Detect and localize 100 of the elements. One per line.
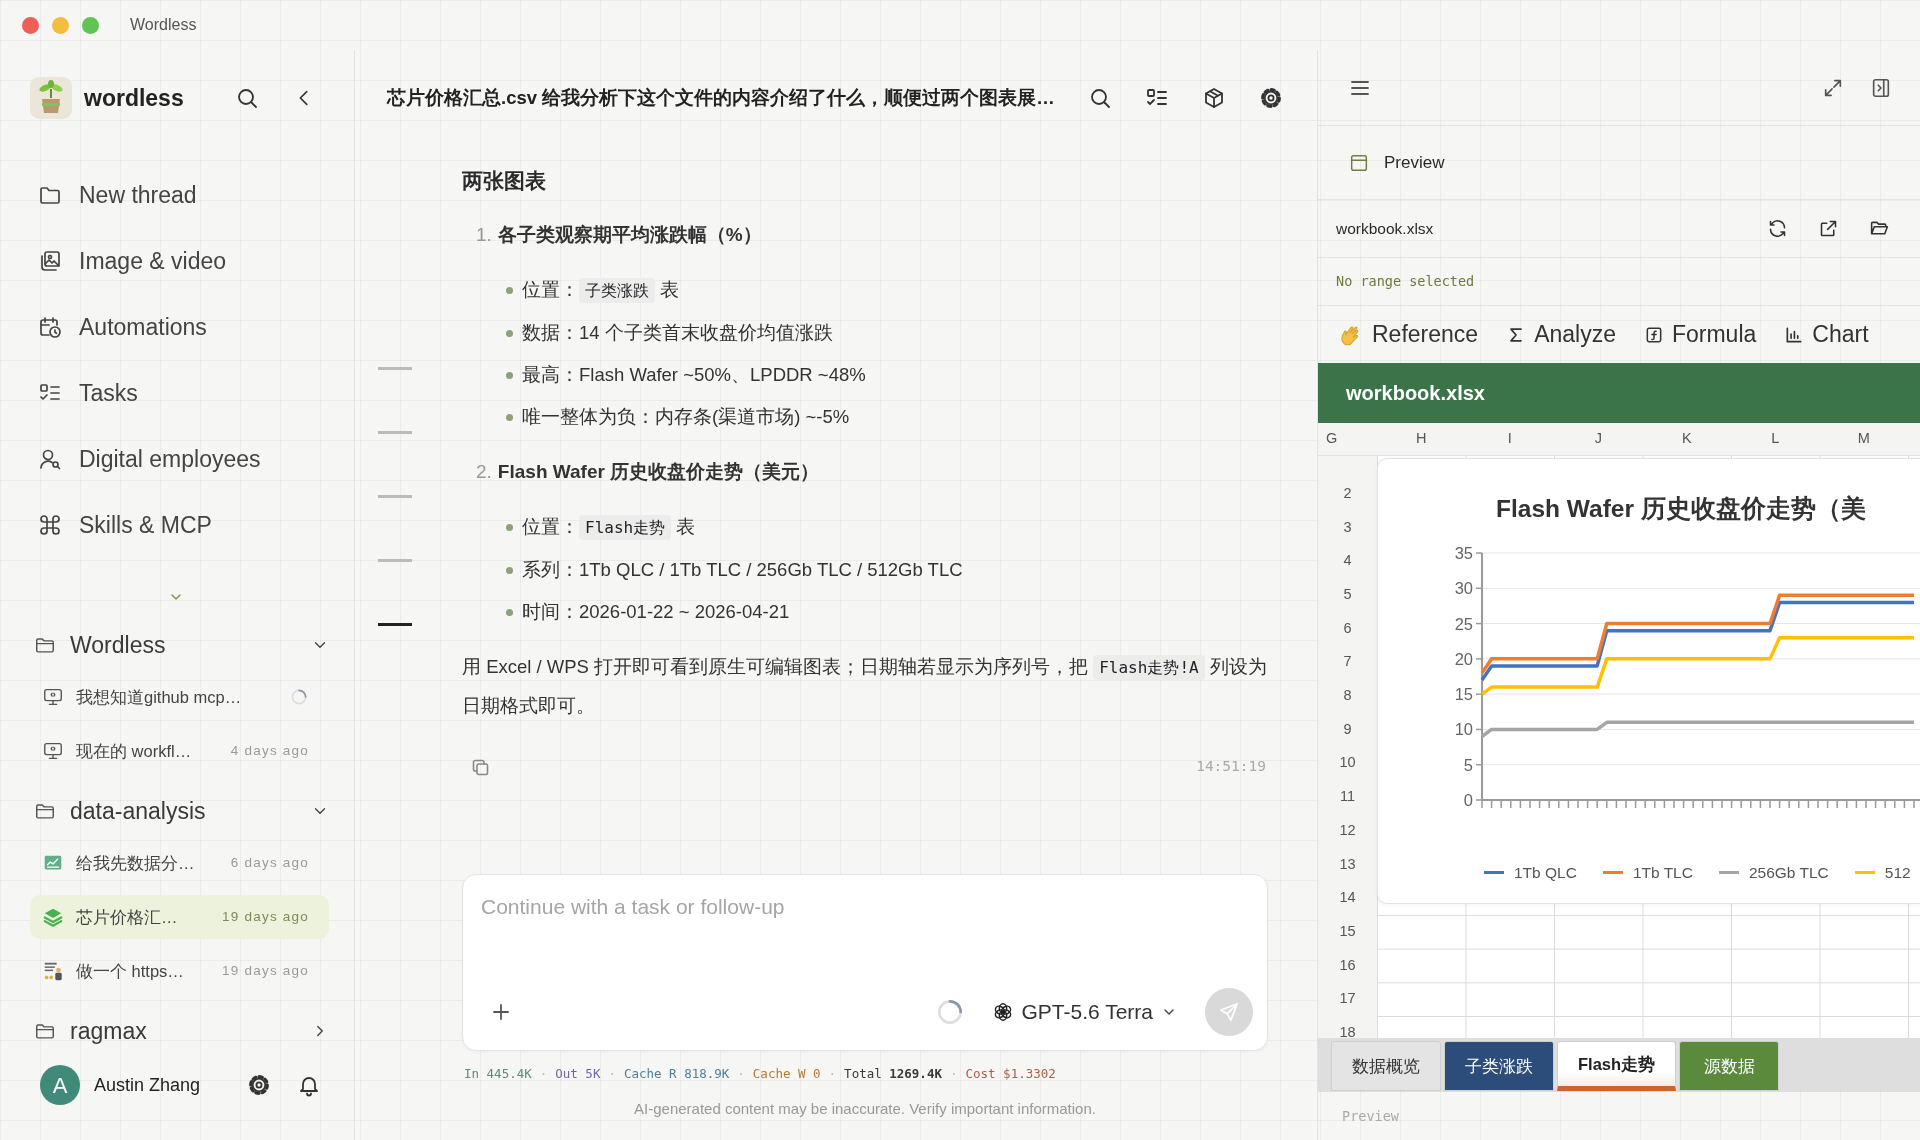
- settings-button[interactable]: [1258, 86, 1283, 110]
- sheet-tab[interactable]: 子类涨跌: [1444, 1041, 1554, 1091]
- usage-stat: Cost $1.3302: [965, 1064, 1056, 1083]
- message-input[interactable]: Continue with a task or follow-up: [481, 890, 1253, 923]
- row-number: 11: [1338, 787, 1357, 807]
- list-heading: 1. 各子类观察期平均涨跌幅（%）: [475, 223, 763, 247]
- separator: ·: [608, 1064, 616, 1083]
- row-number: 6: [1342, 618, 1353, 638]
- legend-label: 512: [1884, 863, 1911, 883]
- thread-item[interactable]: 我想知道github mcp…: [30, 675, 329, 719]
- monitor-icon: [42, 686, 64, 708]
- thread-item[interactable]: 现在的 workfl… 4 days ago: [30, 729, 329, 773]
- sheet-tab[interactable]: Flash走势: [1557, 1041, 1677, 1091]
- row-number: 10: [1338, 753, 1357, 773]
- column-header: K: [1680, 429, 1693, 449]
- row-number: 13: [1338, 854, 1357, 874]
- search-button[interactable]: [235, 86, 259, 110]
- thread-time: 4 days ago: [230, 741, 309, 760]
- axis-label: 20: [1454, 649, 1473, 668]
- folder-group[interactable]: ragmax: [30, 1006, 329, 1056]
- list-item: 位置： 子类涨跌 表: [462, 269, 1270, 312]
- range-status: No range selected: [1336, 272, 1475, 292]
- axis-label: 15: [1454, 685, 1473, 704]
- refresh-icon: [1767, 218, 1788, 239]
- outline-marker[interactable]: [378, 367, 412, 370]
- window-title: Wordless: [130, 15, 197, 35]
- row-number: 8: [1342, 686, 1353, 706]
- list-item: 系列：1Tb QLC / 1Tb TLC / 256Gb TLC / 512Gb TLC: [462, 549, 1270, 591]
- thread-item[interactable]: 芯片价格汇… 19 days ago: [30, 895, 329, 939]
- axis-label: 35: [1454, 545, 1473, 562]
- toolbar-button[interactable]: Reference: [1338, 317, 1479, 352]
- workbook-title: workbook.xlsx: [1346, 381, 1485, 406]
- list-item: 数据：14 个子类首末收盘价均值涨跌: [462, 312, 1270, 354]
- sheet-tab[interactable]: 数据概览: [1331, 1041, 1441, 1091]
- outline-marker[interactable]: [378, 431, 412, 434]
- row-number: 9: [1342, 719, 1353, 739]
- list-item: 位置： Flash走势 表: [462, 506, 1270, 549]
- disclaimer-text: AI-generated content may be inaccurate. Verify important information.: [633, 1098, 1097, 1119]
- axis-label: 0: [1463, 791, 1473, 809]
- loading-spinner-icon: [289, 687, 309, 707]
- thread-time: 19 days ago: [222, 961, 309, 980]
- thread-title: 我想知道github mcp…: [76, 686, 242, 708]
- sheet-tab[interactable]: 源数据: [1679, 1041, 1780, 1091]
- send-icon: [1218, 1000, 1240, 1023]
- outline-marker[interactable]: [378, 559, 412, 562]
- plant-logo: [30, 77, 72, 119]
- chart-title: Flash Wafer 历史收盘价走势（美: [1495, 494, 1867, 524]
- calendar-clock-icon: [38, 315, 62, 339]
- toolbar-button[interactable]: Formula: [1643, 317, 1757, 352]
- legend-label: 256Gb TLC: [1748, 863, 1829, 883]
- row-number: 14: [1338, 888, 1357, 908]
- section-heading: 两张图表: [462, 168, 547, 194]
- folder-name: data-analysis: [70, 796, 206, 826]
- settings-icon: [1258, 86, 1283, 110]
- thread-item[interactable]: 给我先数据分… 6 days ago: [30, 841, 329, 885]
- column-header: I: [1506, 429, 1513, 449]
- thread-title: 芯片价格汇总.csv 给我分析下这个文件的内容介绍了什么，顺便过两个图表展…: [387, 86, 1055, 111]
- close-button[interactable]: [22, 16, 39, 34]
- panel-heading: Preview: [1384, 151, 1445, 174]
- monitor-icon: [42, 740, 64, 762]
- sidebar-panel-icon: [1870, 76, 1892, 99]
- usage-stat: Cache R 818.9K: [623, 1064, 730, 1083]
- list-item: 唯一整体为负：内存条(渠道市场) ~-5%: [462, 396, 1270, 438]
- folder-group[interactable]: data-analysis: [30, 786, 329, 836]
- model-selector[interactable]: GPT-5.6 Terra: [985, 995, 1183, 1029]
- thread-title: 给我先数据分…: [76, 852, 195, 874]
- sidebar-panel-button[interactable]: [1870, 76, 1892, 99]
- row-number: 3: [1342, 517, 1353, 537]
- row-number: 17: [1338, 989, 1357, 1009]
- thread-item[interactable]: 做一个 https… 19 days ago: [30, 949, 329, 993]
- nav-item[interactable]: Tasks: [30, 360, 329, 426]
- message-text: 用 Excel / WPS 打开即可看到原生可编辑图表；日期轴若显示为序列号，把 Flash走势!A 列设为日期格式即可。: [462, 654, 1268, 718]
- nav-item[interactable]: Automations: [30, 294, 329, 360]
- row-number: 16: [1338, 955, 1357, 975]
- column-header: M: [1856, 429, 1871, 449]
- nav-item[interactable]: Image & video: [30, 228, 329, 294]
- folder-group[interactable]: Wordless: [30, 620, 329, 670]
- thread-title: 现在的 workfl…: [76, 740, 192, 762]
- external-link-button[interactable]: [1818, 218, 1839, 239]
- presentation-icon: [42, 960, 64, 982]
- refresh-button[interactable]: [1767, 218, 1788, 239]
- legend-label: 1Tb TLC: [1632, 863, 1693, 883]
- usage-stat: Total 1269.4K: [844, 1064, 942, 1083]
- layers-icon: [42, 906, 64, 928]
- row-number: 7: [1342, 652, 1353, 672]
- outline-marker[interactable]: [378, 623, 412, 626]
- nav-item[interactable]: Skills & MCP: [30, 492, 329, 558]
- nav-item[interactable]: New thread: [30, 162, 329, 228]
- thread-title: 芯片价格汇…: [76, 906, 178, 928]
- outline-marker[interactable]: [378, 495, 412, 498]
- command-icon: [38, 513, 62, 537]
- axis-label: 10: [1454, 720, 1473, 739]
- usage-stat: In 445.4K: [464, 1064, 532, 1083]
- axis-label: 30: [1454, 579, 1473, 598]
- images-icon: [38, 249, 62, 273]
- toolbar-button[interactable]: Analyze: [1506, 317, 1616, 352]
- toolbar-button[interactable]: Chart: [1784, 317, 1869, 352]
- row-number: 12: [1338, 820, 1357, 840]
- nav-item[interactable]: Digital employees: [30, 426, 329, 492]
- settings-button[interactable]: [247, 1073, 271, 1097]
